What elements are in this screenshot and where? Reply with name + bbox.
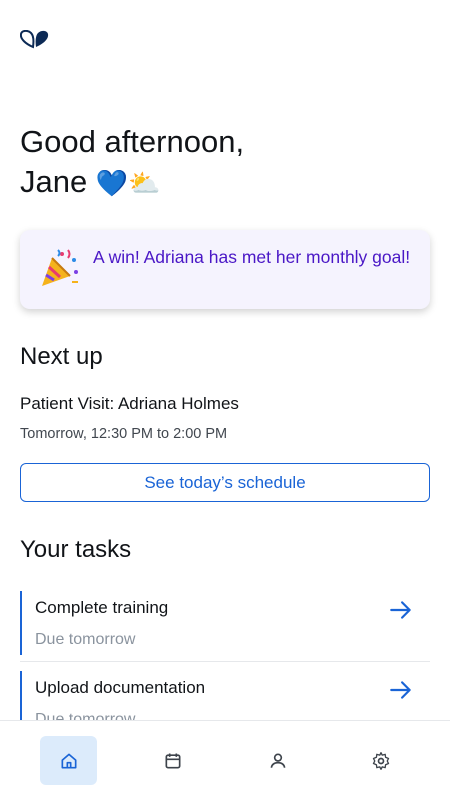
task-divider [20,661,430,662]
next-up-heading: Next up [20,343,103,370]
nav-home[interactable] [40,736,97,785]
tasks-heading: Your tasks [20,536,132,563]
visit-title[interactable]: Patient Visit: Adriana Holmes [20,394,239,414]
arrow-right-icon[interactable] [388,597,414,623]
profile-icon [270,753,285,768]
task-due: Due tomorrow [35,631,136,648]
arrow-right-icon[interactable] [388,677,414,703]
task-accent-bar [20,591,22,655]
greeting-heading: Good afternoon, Jane 💙⛅ [20,122,430,204]
see-schedule-button[interactable]: See today’s schedule [20,463,430,502]
greeting-name: Jane [20,164,88,199]
task-name: Upload documentation [35,678,206,697]
greeting-emoji: 💙⛅ [95,169,161,199]
nav-settings[interactable] [352,736,409,785]
bottom-nav [0,720,450,800]
app-logo-icon [20,30,49,49]
nav-calendar[interactable] [144,736,201,785]
win-text: A win! Adriana has met her monthly goal! [93,247,411,267]
party-popper-icon [42,249,78,286]
calendar-icon [165,753,180,768]
task-item[interactable]: Complete training Due tomorrow [20,591,430,655]
task-name: Complete training [35,598,169,617]
win-notification-card: A win! Adriana has met her monthly goal! [20,230,430,309]
nav-profile[interactable] [249,736,306,785]
visit-time: Tomorrow, 12:30 PM to 2:00 PM [20,426,228,442]
settings-icon [372,751,389,770]
greeting-line: Good afternoon, [20,124,245,159]
home-icon [61,753,76,768]
